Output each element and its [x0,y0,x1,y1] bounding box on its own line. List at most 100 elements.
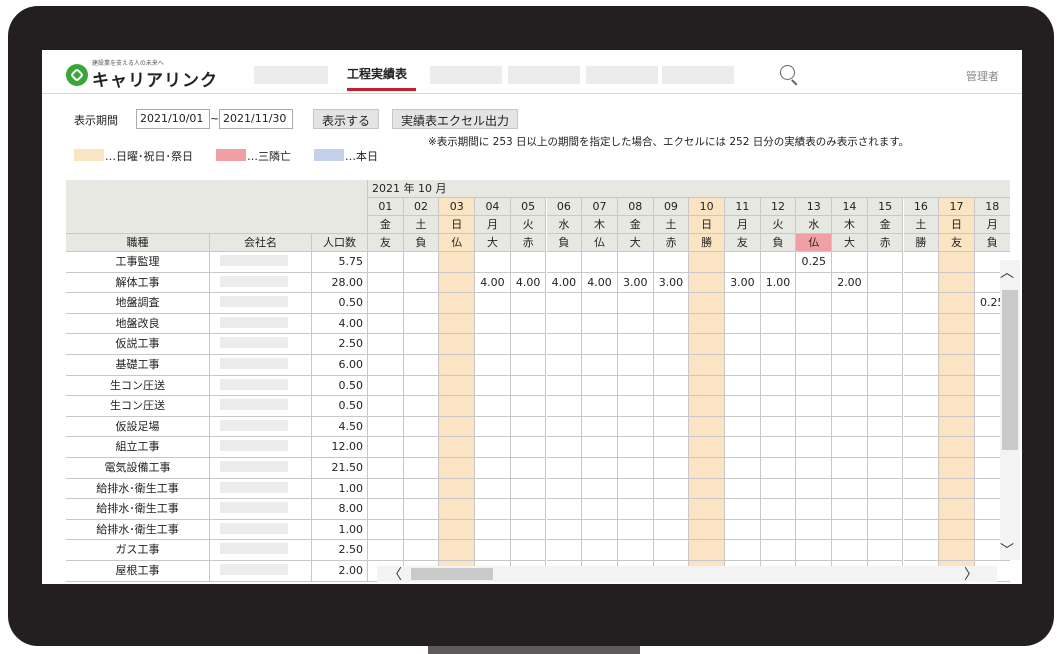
day-value [725,313,761,335]
day-value [439,540,476,561]
nav-item-active[interactable]: 工程実績表 [347,65,407,82]
row-company [210,313,312,335]
day-value [903,272,940,294]
day-value [475,396,511,417]
horizontal-scrollbar[interactable] [377,566,997,582]
day-value [475,252,511,273]
company-name-placeholder [220,275,288,287]
day-value [689,355,725,376]
day-rokuyo: 負 [546,234,583,252]
vertical-scroll-thumb[interactable] [1002,290,1018,450]
scroll-left-icon[interactable]: 〈 [388,564,402,584]
day-value [546,293,583,314]
day-value [832,499,868,520]
day-value [439,437,476,458]
day-value [475,437,511,458]
day-rokuyo: 赤 [653,234,690,252]
horizontal-scroll-thumb[interactable] [411,568,493,580]
day-value [510,355,547,376]
row-company [210,437,312,458]
day-value [796,293,833,314]
user-menu[interactable]: 管理者 [966,68,999,84]
day-value [867,437,904,458]
row-company [210,499,312,520]
row-people: 4.00 [312,313,368,335]
day-value [546,252,583,273]
day-value [867,478,904,500]
day-value [403,293,440,314]
day-value [439,499,476,520]
row-people: 2.50 [312,540,368,561]
day-value [439,252,476,273]
day-number: 13 [796,198,833,216]
row-job: 組立工事 [66,437,210,458]
day-value [617,416,654,438]
day-value: 4.00 [546,272,583,294]
day-value [475,375,511,397]
scroll-down-icon[interactable]: ﹀ [1000,540,1014,560]
day-weekday: 金 [368,216,404,234]
day-value [832,478,868,500]
nav-item-3[interactable] [430,66,502,84]
row-company [210,478,312,500]
day-value [760,355,797,376]
day-value [689,375,725,397]
day-value [653,293,690,314]
day-value [903,416,940,438]
nav-item-6[interactable] [662,66,734,84]
row-people: 8.00 [312,499,368,520]
search-icon[interactable] [779,64,801,86]
day-value [832,458,868,479]
day-value [546,375,583,397]
day-value [832,396,868,417]
day-value [903,396,940,417]
row-people: 12.00 [312,437,368,458]
scroll-up-icon[interactable]: ︿ [1000,262,1014,282]
nav-item-4[interactable] [508,66,580,84]
row-job: 生コン圧送 [66,396,210,417]
day-value [546,540,583,561]
vertical-scrollbar[interactable] [1000,260,1020,560]
day-weekday: 火 [510,216,547,234]
day-value [939,540,975,561]
nav-item-5[interactable] [586,66,658,84]
day-value [617,313,654,335]
day-value [546,458,583,479]
day-value [403,375,440,397]
company-name-placeholder [220,564,288,575]
day-value [939,313,975,335]
logo[interactable]: 建設業を支える人の未来へ キャリアリンク [66,58,226,91]
nav-item-1[interactable] [254,66,328,84]
start-date-input[interactable]: 2021/10/01 [136,109,210,129]
day-rokuyo: 負 [403,234,440,252]
day-weekday: 火 [760,216,797,234]
day-rokuyo: 友 [368,234,404,252]
export-excel-button[interactable]: 実績表エクセル出力 [392,109,519,129]
day-number: 07 [582,198,618,216]
company-name-placeholder [220,502,288,514]
end-date-input[interactable]: 2021/11/30 [219,109,293,129]
day-value [939,293,975,314]
scroll-right-icon[interactable]: 〉 [964,564,978,584]
day-value [403,313,440,335]
day-value [939,355,975,376]
legend-swatch [216,149,246,161]
day-value [689,272,725,294]
company-name-placeholder [220,522,288,534]
day-value [653,458,690,479]
day-value [403,252,440,273]
day-value [796,355,833,376]
day-value [368,540,404,561]
row-job: 地盤改良 [66,313,210,335]
row-people: 2.50 [312,334,368,355]
day-value [475,355,511,376]
day-rokuyo: 仏 [796,234,833,252]
day-value [368,334,404,355]
day-value [867,416,904,438]
day-value [546,478,583,500]
day-value [832,313,868,335]
day-value [903,519,940,541]
show-button[interactable]: 表示する [313,109,380,129]
day-value [368,355,404,376]
day-value [760,540,797,561]
